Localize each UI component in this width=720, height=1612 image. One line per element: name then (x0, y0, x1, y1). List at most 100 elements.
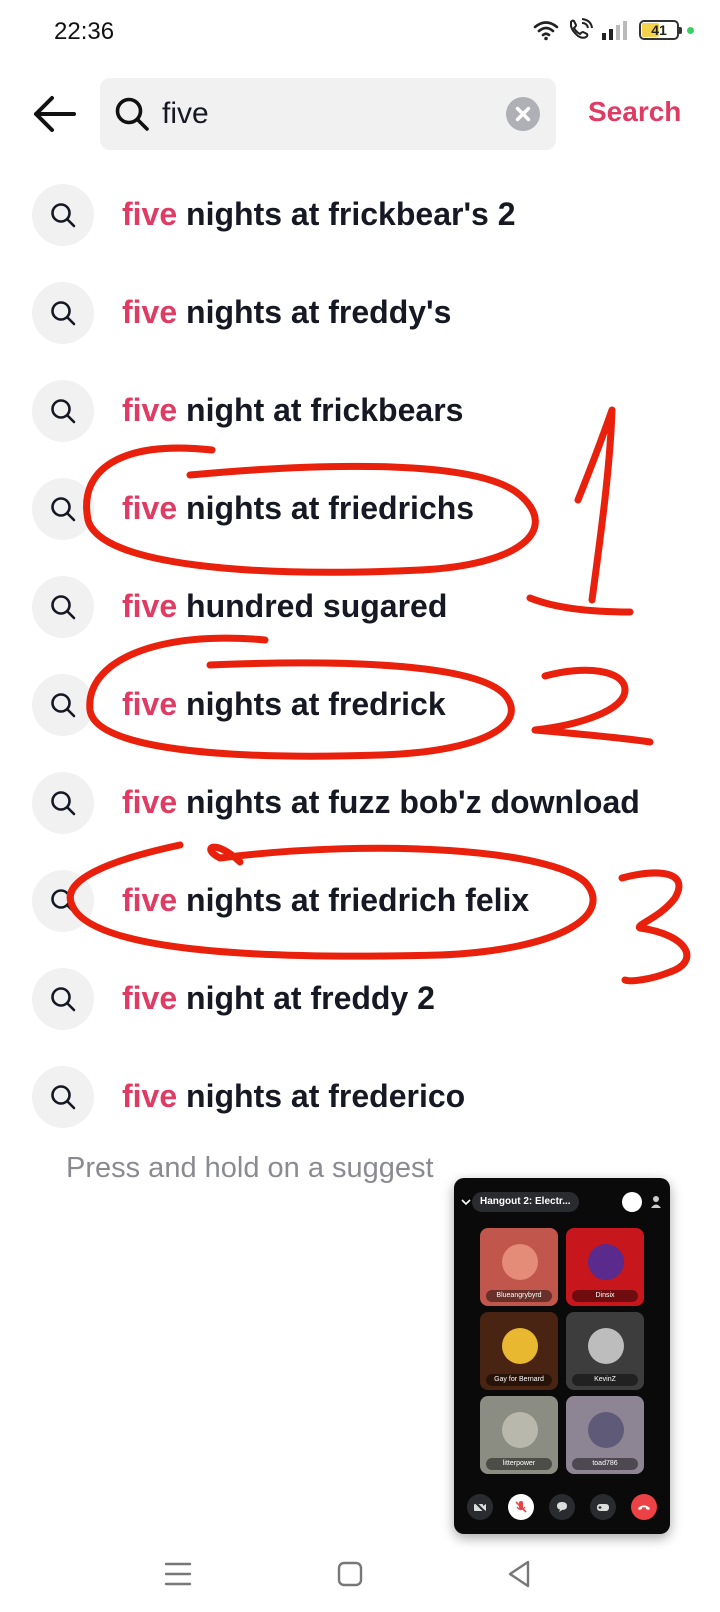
suggestion-item[interactable]: five nights at freddy's (0, 264, 720, 362)
avatar (502, 1244, 538, 1280)
suggestion-icon-circle (32, 772, 94, 834)
end-call-button[interactable] (630, 1494, 657, 1520)
suggestion-icon-circle (32, 674, 94, 736)
search-button[interactable]: Search (588, 96, 681, 128)
search-icon (51, 301, 76, 326)
search-icon (51, 791, 76, 816)
suggestion-highlight: five (122, 490, 178, 526)
suggestion-item[interactable]: five night at freddy 2 (0, 950, 720, 1048)
suggestion-text: five nights at friedrich felix (122, 882, 529, 919)
suggestion-item[interactable]: five nights at frickbear's 2 (0, 166, 720, 264)
suggestion-highlight: five (122, 784, 178, 820)
search-icon (51, 1085, 76, 1110)
suggestion-text: five nights at freddy's (122, 294, 451, 331)
arrow-left-icon (34, 96, 76, 132)
suggestion-icon-circle (32, 576, 94, 638)
suggestion-icon-circle (32, 380, 94, 442)
system-nav-bar (0, 1540, 720, 1612)
search-icon (51, 595, 76, 620)
suggestion-rest: night at frickbears (177, 392, 464, 428)
search-icon (51, 693, 76, 718)
suggestion-rest: night at freddy 2 (177, 980, 435, 1016)
status-bar: 22:36 41 (0, 0, 720, 64)
participant-name: KevinZ (572, 1374, 638, 1386)
suggestion-icon-circle (32, 968, 94, 1030)
avatar (502, 1328, 538, 1364)
suggestion-item[interactable]: five night at frickbears (0, 362, 720, 460)
chevron-down-icon[interactable] (460, 1196, 472, 1208)
home-button[interactable] (330, 1554, 370, 1594)
hang-up-icon (637, 1505, 650, 1510)
clear-search-button[interactable] (506, 97, 540, 131)
suggestion-highlight: five (122, 882, 178, 918)
search-icon (51, 497, 76, 522)
activities-button[interactable] (589, 1494, 616, 1520)
avatar (588, 1244, 624, 1280)
participant-tile[interactable]: litterpower (480, 1396, 558, 1474)
speaker-icon[interactable] (622, 1192, 642, 1212)
wifi-call-icon (570, 18, 593, 39)
participant-tile[interactable]: Blueangrybyrd (480, 1228, 558, 1306)
participant-name: Gay for Bernard (486, 1374, 552, 1386)
recent-apps-button[interactable] (158, 1554, 198, 1594)
participant-tile[interactable]: Gay for Bernard (480, 1312, 558, 1390)
status-time: 22:36 (54, 18, 115, 45)
participant-tile[interactable]: KevinZ (566, 1312, 644, 1390)
suggestion-item[interactable]: five nights at friedrich felix (0, 852, 720, 950)
add-user-icon[interactable] (650, 1195, 662, 1209)
participant-name: toad786 (572, 1458, 638, 1470)
suggestion-item[interactable]: five nights at frederico (0, 1048, 720, 1146)
search-header: Search (0, 78, 720, 150)
system-back-button[interactable] (500, 1554, 540, 1594)
suggestion-highlight: five (122, 392, 178, 428)
home-square-icon (337, 1561, 363, 1587)
mute-button[interactable] (508, 1494, 535, 1520)
battery-icon: 41 (639, 20, 682, 40)
chat-bubble-icon (556, 1502, 567, 1512)
suggestion-list: five nights at frickbear's 2 five nights… (0, 166, 720, 1146)
suggestion-highlight: five (122, 294, 178, 330)
suggestion-icon-circle (32, 478, 94, 540)
suggestion-rest: nights at friedrichs (177, 490, 475, 526)
suggestion-text: five nights at frickbear's 2 (122, 196, 516, 233)
suggestion-item[interactable]: five nights at friedrichs (0, 460, 720, 558)
camera-off-button[interactable] (467, 1494, 494, 1520)
search-input[interactable] (162, 92, 492, 136)
privacy-indicator-dot (687, 26, 694, 34)
suggestion-rest: nights at fredrick (177, 686, 446, 722)
suggestion-item[interactable]: five nights at fuzz bob'z download (0, 754, 720, 852)
search-icon (115, 97, 149, 131)
suggestion-icon-circle (32, 282, 94, 344)
battery-level: 41 (651, 22, 667, 38)
status-icons: 41 (533, 18, 694, 42)
participant-tile[interactable]: Dinsix (566, 1228, 644, 1306)
search-icon (51, 889, 76, 914)
call-pip-window[interactable]: Hangout 2: Electr... Blueangrybyrd Dinsi… (454, 1178, 670, 1534)
press-and-hold-hint: Press and hold on a suggest (66, 1152, 434, 1184)
suggestion-rest: nights at freddy's (177, 294, 452, 330)
suggestion-rest: nights at frederico (177, 1078, 466, 1114)
suggestion-rest: nights at frickbear's 2 (177, 196, 516, 232)
suggestion-highlight: five (122, 196, 178, 232)
suggestion-highlight: five (122, 588, 178, 624)
back-button[interactable] (30, 92, 78, 136)
suggestion-item[interactable]: five nights at fredrick (0, 656, 720, 754)
avatar (588, 1412, 624, 1448)
suggestion-text: five nights at friedrichs (122, 490, 474, 527)
search-icon (51, 987, 76, 1012)
search-box[interactable] (100, 78, 556, 150)
suggestion-text: five nights at frederico (122, 1078, 465, 1115)
chat-button[interactable] (548, 1494, 575, 1520)
participant-name: Dinsix (572, 1290, 638, 1302)
suggestion-text: five hundred sugared (122, 588, 447, 625)
signal-icon (602, 21, 627, 40)
suggestion-text: five nights at fredrick (122, 686, 446, 723)
participant-tile[interactable]: toad786 (566, 1396, 644, 1474)
suggestion-icon-circle (32, 1066, 94, 1128)
camera-off-icon (473, 1500, 488, 1514)
search-icon (51, 203, 76, 228)
suggestion-item[interactable]: five hundred sugared (0, 558, 720, 656)
menu-icon (164, 1562, 192, 1586)
participant-name: Blueangrybyrd (486, 1290, 552, 1302)
suggestion-highlight: five (122, 686, 178, 722)
